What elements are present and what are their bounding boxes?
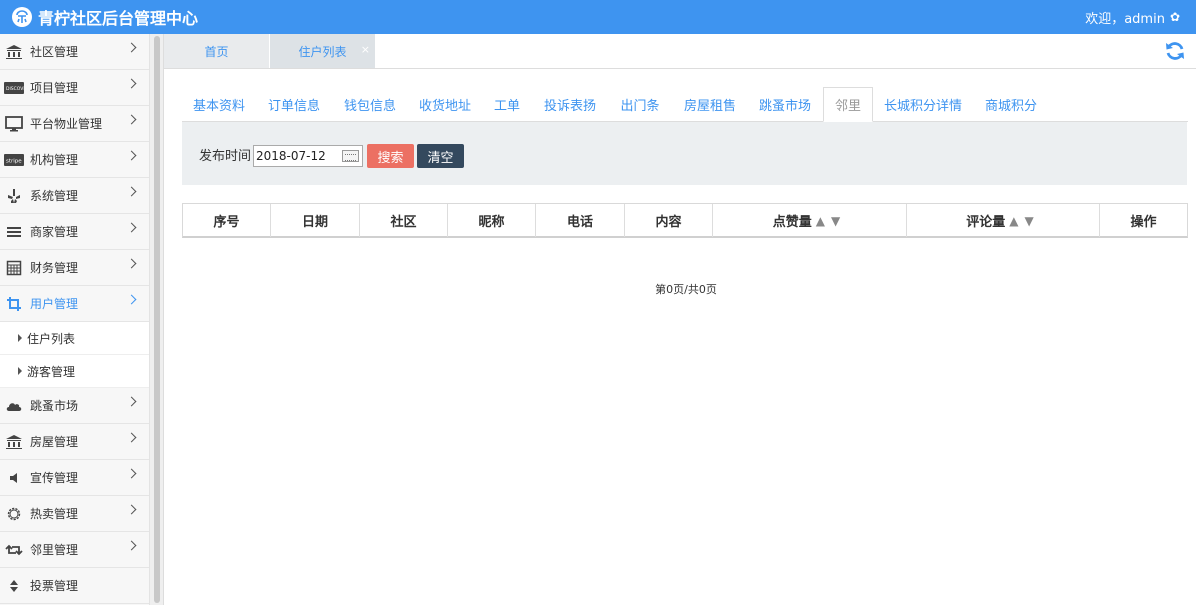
welcome-text: 欢迎，admin [1085, 11, 1165, 27]
svg-text:stripe: stripe [6, 158, 22, 164]
logo-icon [12, 7, 32, 27]
stripe-icon: stripe [4, 152, 24, 168]
bank-icon [4, 434, 24, 450]
sidebar-item-merchant[interactable]: 商家管理 [0, 214, 149, 250]
page-tabs: 首页 住户列表 × [164, 34, 1196, 69]
cloud-icon [4, 398, 24, 414]
sort-icon[interactable]: ▲▼ [816, 214, 846, 228]
tab-residents[interactable]: 住户列表 × [270, 34, 375, 68]
app-title: 青柠社区后台管理中心 [38, 9, 199, 28]
sort-icon [4, 578, 24, 594]
sidebar-item-neighbor[interactable]: 邻里管理 [0, 532, 149, 568]
clear-button[interactable]: 清空 [417, 144, 464, 168]
gear-icon[interactable]: ✿ [1170, 10, 1180, 24]
bank-icon [4, 44, 24, 60]
sidebar-item-project[interactable]: DISCOVER 项目管理 [0, 70, 149, 106]
discover-card-icon: DISCOVER [4, 80, 24, 96]
user-welcome[interactable]: 欢迎，admin ✿ [1085, 0, 1180, 34]
sidebar-item-property[interactable]: 平台物业管理 [0, 106, 149, 142]
col-index: 序号 [183, 204, 271, 237]
tab-complaints[interactable]: 投诉表扬 [532, 87, 608, 122]
caret-right-icon [18, 367, 22, 375]
sidebar-item-voting[interactable]: 投票管理 [0, 568, 149, 604]
publish-time-label: 发布时间 [199, 149, 252, 164]
close-icon[interactable]: × [361, 43, 370, 56]
col-date: 日期 [271, 204, 360, 237]
crop-icon [4, 296, 24, 312]
sidebar-item-finance[interactable]: 财务管理 [0, 250, 149, 286]
calendar-icon[interactable] [342, 150, 359, 162]
publish-date-input[interactable]: 2018-07-12 [253, 145, 363, 167]
tab-address[interactable]: 收货地址 [408, 87, 482, 122]
monitor-icon [4, 115, 24, 132]
chevron-right-icon [126, 468, 137, 479]
chevron-right-icon [126, 114, 137, 125]
chevron-right-icon [126, 432, 137, 443]
col-actions: 操作 [1130, 215, 1157, 230]
chevron-right-icon [126, 396, 137, 407]
sidebar-item-system[interactable]: 系统管理 [0, 178, 149, 214]
sidebar-subitem-visitors[interactable]: 游客管理 [0, 355, 149, 388]
chevron-right-icon [126, 222, 137, 233]
search-button[interactable]: 搜索 [367, 144, 414, 168]
chevron-right-icon [126, 78, 137, 89]
chevron-right-icon [126, 42, 137, 53]
chevron-right-icon [126, 540, 137, 551]
tab-orders[interactable]: 订单信息 [256, 87, 332, 122]
tab-basic-info[interactable]: 基本资料 [182, 87, 256, 122]
sidebar-item-community[interactable]: 社区管理 [0, 34, 149, 70]
sidebar-subitem-residents[interactable]: 住户列表 [0, 322, 149, 355]
col-likes: 点赞量 ▲▼ [713, 204, 907, 237]
chevron-right-icon [126, 294, 137, 305]
svg-text:DISCOVER: DISCOVER [6, 86, 24, 92]
sidebar-item-hot-sale[interactable]: 热卖管理 [0, 496, 149, 532]
chevron-right-icon [126, 258, 137, 269]
col-community: 社区 [360, 204, 448, 237]
search-panel: 发布时间 2018-07-12 搜索 清空 [182, 122, 1187, 185]
main-content: 首页 住户列表 × 基本资料 订单信息 钱包信息 收货地址 工单 投诉表扬 出门… [164, 34, 1196, 605]
volume-icon [4, 470, 24, 486]
tab-neighbor[interactable]: 邻里 [823, 87, 873, 122]
bars-icon [4, 224, 24, 240]
users-submenu: 住户列表 游客管理 [0, 322, 149, 388]
refresh-icon[interactable] [1164, 40, 1186, 62]
yelp-icon [4, 188, 24, 204]
sort-icon[interactable]: ▲▼ [1009, 214, 1039, 228]
tab-flea-market[interactable]: 跳蚤市场 [748, 87, 822, 122]
tab-exit-pass[interactable]: 出门条 [608, 87, 672, 122]
sidebar-scroll-thumb[interactable] [154, 36, 160, 603]
sidebar: 社区管理 DISCOVER 项目管理 平台物业管理 stripe 机构管理 系统… [0, 34, 150, 605]
tab-house-rental[interactable]: 房屋租售 [672, 87, 748, 122]
gear-icon [4, 506, 24, 522]
chevron-right-icon [126, 186, 137, 197]
sidebar-item-flea-market[interactable]: 跳蚤市场 [0, 388, 149, 424]
sidebar-item-users[interactable]: 用户管理 [0, 286, 149, 322]
calculator-icon [4, 260, 24, 276]
sidebar-item-housing[interactable]: 房屋管理 [0, 424, 149, 460]
chevron-right-icon [126, 150, 137, 161]
detail-tabs: 基本资料 订单信息 钱包信息 收货地址 工单 投诉表扬 出门条 房屋租售 跳蚤市… [182, 87, 1188, 122]
tab-work-order[interactable]: 工单 [482, 87, 532, 122]
tab-wallet[interactable]: 钱包信息 [332, 87, 408, 122]
col-phone: 电话 [536, 204, 625, 237]
sidebar-item-promotion[interactable]: 宣传管理 [0, 460, 149, 496]
retweet-icon [4, 542, 24, 558]
tab-great-wall-points[interactable]: 长城积分详情 [873, 87, 973, 122]
chevron-right-icon [126, 504, 137, 515]
tab-mall-points[interactable]: 商城积分 [973, 87, 1049, 122]
col-content: 内容 [625, 204, 713, 237]
col-comments: 评论量 ▲▼ [907, 204, 1100, 237]
pagination-info: 第0页/共0页 [655, 283, 717, 296]
tab-home[interactable]: 首页 [164, 34, 269, 68]
sidebar-item-organization[interactable]: stripe 机构管理 [0, 142, 149, 178]
top-bar: 青柠社区后台管理中心 欢迎，admin ✿ [0, 0, 1196, 34]
neighbor-table-header: 序号 日期 社区 昵称 电话 内容 点赞量 ▲▼ 评论量 ▲▼ 操作 [182, 203, 1188, 238]
caret-right-icon [18, 334, 22, 342]
col-nickname: 昵称 [448, 204, 536, 237]
